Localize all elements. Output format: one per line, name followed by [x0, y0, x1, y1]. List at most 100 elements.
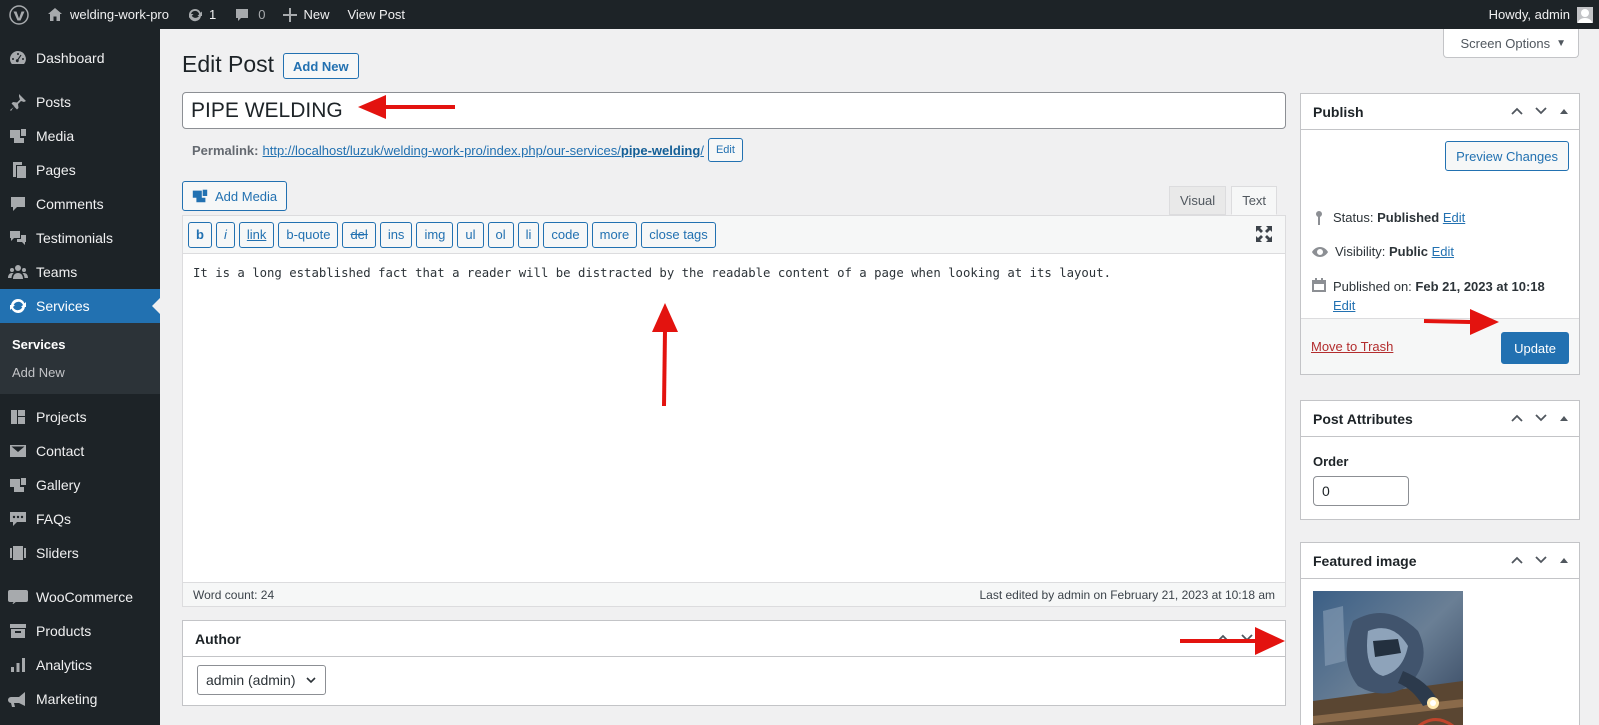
- chart-icon: [8, 655, 28, 675]
- publish-header[interactable]: Publish: [1301, 94, 1579, 130]
- updates-icon: [187, 7, 203, 23]
- quicktag-link-button[interactable]: link: [238, 221, 275, 248]
- quicktag-code-button[interactable]: code: [543, 221, 588, 248]
- sidebar-item-analytics[interactable]: Analytics: [0, 648, 160, 682]
- key-icon: [1311, 210, 1327, 229]
- toggle-triangle-icon[interactable]: [1557, 104, 1571, 121]
- toggle-triangle-icon[interactable]: [1557, 553, 1571, 570]
- text-editor: b i link b-quote del ins img ul ol li co…: [182, 215, 1286, 607]
- author-select[interactable]: admin (admin): [197, 665, 327, 695]
- editor-status-bar: Word count: 24 Last edited by admin on F…: [183, 582, 1285, 606]
- home-icon: [47, 7, 63, 23]
- quicktag-ul-button[interactable]: ul: [457, 221, 484, 248]
- comment-icon: [8, 194, 28, 214]
- chevron-down-icon[interactable]: [1533, 410, 1549, 429]
- comments-link[interactable]: 0: [225, 0, 274, 29]
- chevron-up-icon[interactable]: [1509, 552, 1525, 571]
- chevron-up-icon[interactable]: [1215, 630, 1231, 649]
- submenu-item-add-new[interactable]: Add New: [0, 358, 160, 386]
- quicktag-more-button[interactable]: more: [591, 221, 638, 248]
- chevron-up-icon[interactable]: [1509, 103, 1525, 122]
- site-name-link[interactable]: welding-work-pro: [38, 0, 178, 29]
- last-edited: Last edited by admin on February 21, 202…: [979, 587, 1275, 602]
- quicktag-ins-button[interactable]: ins: [379, 221, 413, 248]
- tab-visual[interactable]: Visual: [1169, 186, 1227, 215]
- sidebar-item-sliders[interactable]: Sliders: [0, 536, 160, 570]
- post-status-row: Status: Published Edit: [1311, 210, 1465, 229]
- published-on-row: Published on: Feb 21, 2023 at 10:18 Edit: [1311, 277, 1545, 315]
- updates-link[interactable]: 1: [178, 0, 225, 29]
- author-header[interactable]: Author: [183, 621, 1285, 657]
- publish-handle-actions: [1509, 94, 1571, 130]
- sidebar-item-woocommerce[interactable]: WooCommerce: [0, 580, 160, 614]
- visibility-edit-link[interactable]: Edit: [1432, 244, 1454, 259]
- editor-textarea[interactable]: It is a long established fact that a rea…: [183, 254, 1285, 540]
- wordpress-logo-icon[interactable]: [0, 0, 38, 29]
- sidebar-item-dashboard[interactable]: Dashboard: [0, 41, 160, 75]
- attributes-handle-actions: [1509, 401, 1571, 437]
- sidebar-item-pages[interactable]: Pages: [0, 153, 160, 187]
- update-icon: [8, 296, 28, 316]
- quicktag-close-tags-button[interactable]: close tags: [641, 221, 716, 248]
- sidebar-item-contact[interactable]: Contact: [0, 434, 160, 468]
- toggle-triangle-icon[interactable]: [1263, 631, 1277, 648]
- my-account-link[interactable]: Howdy, admin: [1480, 0, 1599, 29]
- page-title: Edit Post: [182, 51, 275, 77]
- move-to-trash-link[interactable]: Move to Trash: [1311, 339, 1393, 354]
- published-on-edit-link[interactable]: Edit: [1333, 298, 1355, 313]
- post-attributes-header[interactable]: Post Attributes: [1301, 401, 1579, 437]
- add-media-button[interactable]: Add Media: [182, 181, 288, 211]
- author-metabox: Author admin (admin): [182, 620, 1286, 706]
- faq-icon: [8, 509, 28, 529]
- visibility-row: Visibility: Public Edit: [1311, 244, 1454, 263]
- order-input[interactable]: 0: [1313, 476, 1409, 506]
- archive-icon: [8, 621, 28, 641]
- quicktag-italic-button[interactable]: i: [215, 221, 235, 248]
- status-edit-link[interactable]: Edit: [1443, 210, 1465, 225]
- quicktag-img-button[interactable]: img: [416, 221, 454, 248]
- update-button[interactable]: Update: [1501, 332, 1569, 364]
- author-handle-actions: [1215, 621, 1277, 657]
- chevron-up-icon[interactable]: [1509, 410, 1525, 429]
- screen-options-button[interactable]: Screen Options ▼: [1443, 29, 1579, 58]
- sidebar-item-posts[interactable]: Posts: [0, 85, 160, 119]
- quicktag-bold-button[interactable]: b: [188, 221, 212, 248]
- sidebar-item-comments[interactable]: Comments: [0, 187, 160, 221]
- permalink-edit-button[interactable]: Edit: [707, 138, 743, 162]
- quicktag-del-button[interactable]: del: [342, 221, 376, 248]
- sidebar-item-testimonials[interactable]: Testimonials: [0, 221, 160, 255]
- chevron-down-icon[interactable]: [1533, 103, 1549, 122]
- chevron-down-icon[interactable]: [1239, 630, 1255, 649]
- submenu-item-services[interactable]: Services: [0, 330, 160, 358]
- groups-icon: [8, 262, 28, 282]
- quicktag-blockquote-button[interactable]: b-quote: [278, 221, 339, 248]
- view-post-link[interactable]: View Post: [338, 0, 414, 29]
- sidebar-item-media[interactable]: Media: [0, 119, 160, 153]
- quicktag-ol-button[interactable]: ol: [487, 221, 514, 248]
- add-new-button[interactable]: Add New: [283, 53, 359, 79]
- permalink: Permalink: http://localhost/luzuk/weldin…: [192, 138, 743, 162]
- new-content-link[interactable]: New: [274, 0, 338, 29]
- sidebar-item-projects[interactable]: Projects: [0, 400, 160, 434]
- sidebar-item-gallery[interactable]: Gallery: [0, 468, 160, 502]
- fullscreen-icon[interactable]: [1255, 225, 1273, 246]
- post-title-input[interactable]: PIPE WELDING: [182, 92, 1286, 129]
- permalink-link[interactable]: http://localhost/luzuk/welding-work-pro/…: [262, 143, 703, 158]
- quicktag-li-button[interactable]: li: [517, 221, 540, 248]
- featured-image-header[interactable]: Featured image: [1301, 543, 1579, 579]
- toggle-triangle-icon[interactable]: [1557, 411, 1571, 428]
- caret-down-icon: ▼: [1556, 37, 1566, 49]
- sidebar-item-services[interactable]: Services: [0, 289, 160, 323]
- media-icon: [191, 187, 209, 205]
- sidebar-item-faqs[interactable]: FAQs: [0, 502, 160, 536]
- sidebar-item-teams[interactable]: Teams: [0, 255, 160, 289]
- tab-text[interactable]: Text: [1231, 186, 1278, 215]
- slides-icon: [8, 543, 28, 563]
- quicktags-toolbar: b i link b-quote del ins img ul ol li co…: [183, 216, 1285, 254]
- preview-changes-button[interactable]: Preview Changes: [1445, 141, 1569, 171]
- chevron-down-icon[interactable]: [1533, 552, 1549, 571]
- sidebar-item-marketing[interactable]: Marketing: [0, 682, 160, 716]
- sidebar-item-products[interactable]: Products: [0, 614, 160, 648]
- portfolio-icon: [8, 407, 28, 427]
- featured-image-thumbnail[interactable]: [1313, 591, 1463, 725]
